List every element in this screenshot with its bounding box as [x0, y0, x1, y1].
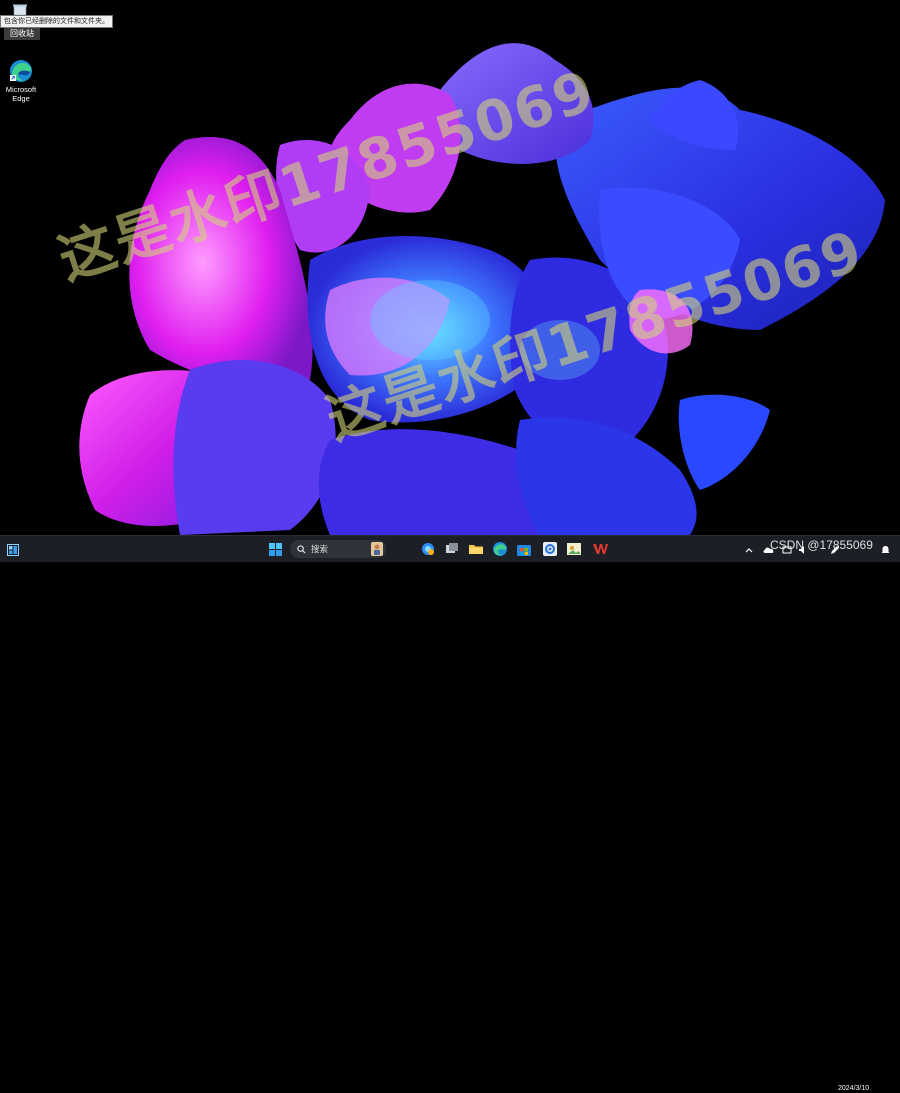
recycle-bin-shortcut[interactable]: 包含你已经删除的文件和文件夹。 回收站 — [0, 0, 113, 40]
start-button[interactable] — [266, 536, 284, 563]
notifications-button[interactable] — [878, 536, 892, 563]
widgets-button[interactable] — [4, 536, 22, 563]
wps-office-icon[interactable] — [592, 541, 608, 557]
microsoft-store-icon[interactable] — [516, 541, 532, 557]
csdn-watermark: CSDN @17855069 — [770, 538, 873, 552]
edge-shortcut[interactable]: Microsoft Edge — [4, 58, 38, 103]
widgets-icon — [7, 543, 19, 556]
edge-icon — [10, 60, 32, 82]
show-hidden-icons-button[interactable] — [743, 536, 755, 563]
taskbar-date[interactable]: 2024/3/10 — [838, 1085, 869, 1093]
recycle-bin-label: 回收站 — [4, 28, 40, 40]
search-highlight-icon — [371, 542, 383, 556]
photos-app-icon[interactable] — [566, 541, 582, 557]
edge-label-line1: Microsoft — [5, 85, 37, 94]
taskbar-search-box[interactable]: 搜索 — [290, 540, 386, 558]
recycle-bin-tooltip: 包含你已经删除的文件和文件夹。 — [0, 15, 113, 28]
settings-gear-icon[interactable] — [542, 541, 558, 557]
edge-label-line2: Edge — [12, 94, 30, 103]
edge-taskbar-icon[interactable] — [492, 541, 508, 557]
windows-start-icon — [268, 543, 282, 556]
file-explorer-icon[interactable] — [468, 541, 484, 557]
taskbar: 搜索 2024/3/10 — [0, 535, 900, 1092]
copilot-app-icon[interactable] — [420, 541, 436, 557]
task-view-icon[interactable] — [444, 541, 460, 557]
search-placeholder: 搜索 — [311, 544, 329, 554]
wallpaper-flower-image — [0, 0, 900, 535]
search-icon — [297, 544, 306, 554]
chevron-up-icon — [745, 547, 753, 552]
bell-icon — [881, 545, 889, 553]
desktop: 这是水印17855069 这是水印17855069 包含你已经删除的文件和文件夹… — [0, 0, 900, 535]
